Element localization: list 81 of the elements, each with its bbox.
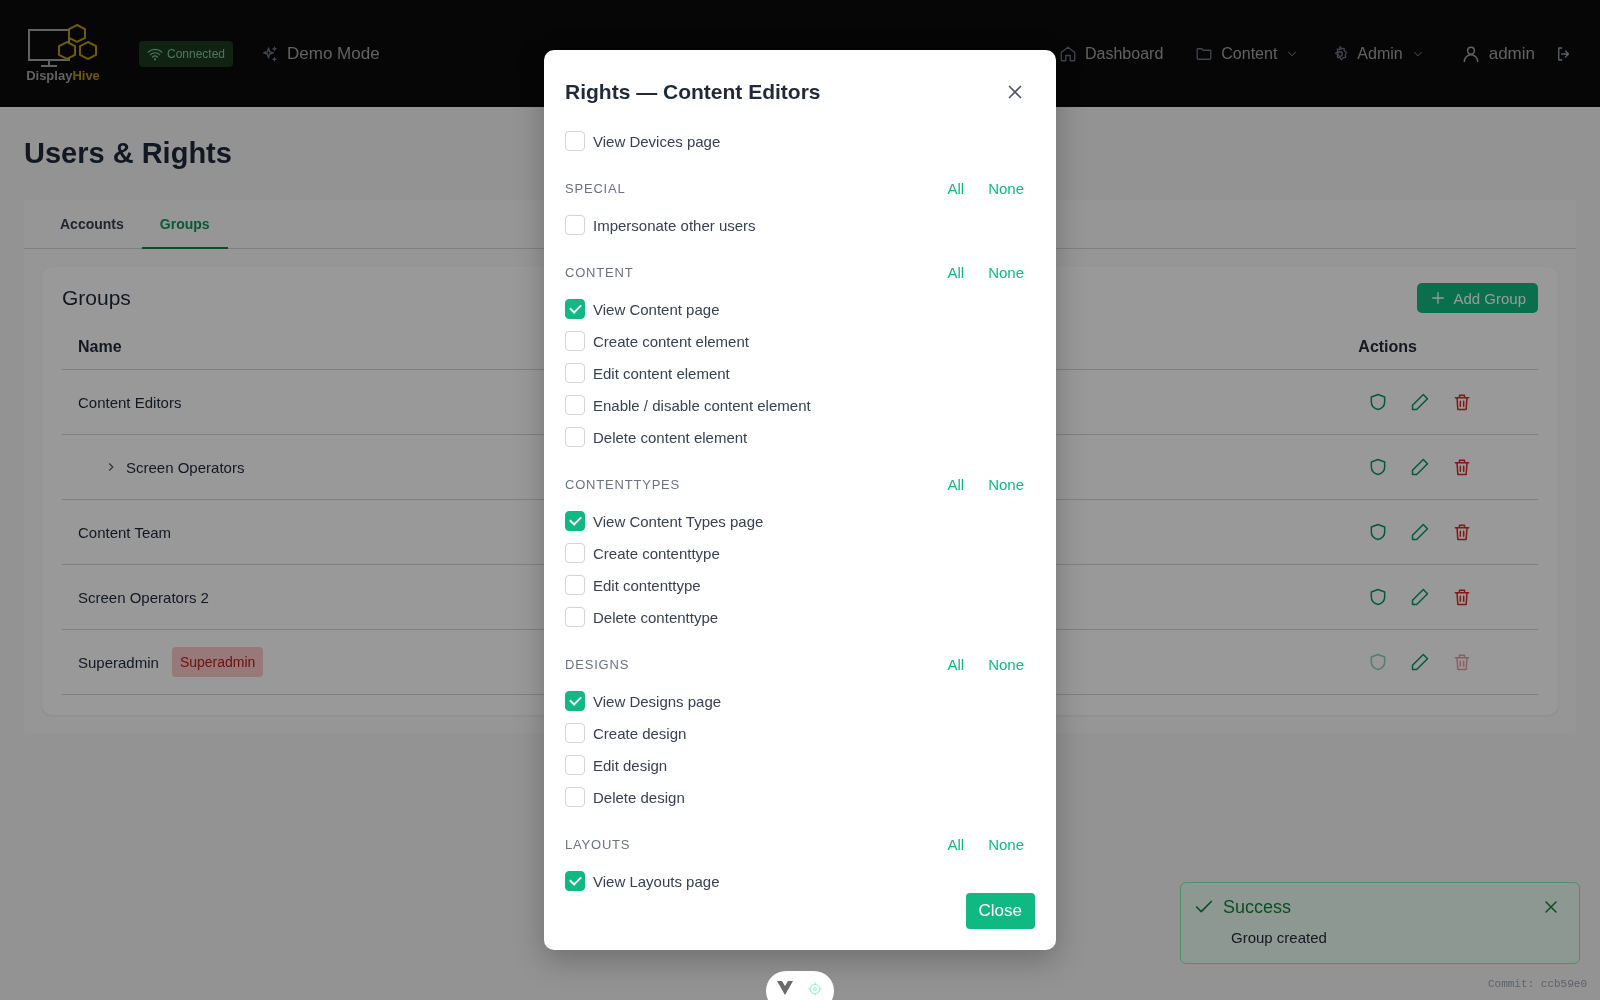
section-heading: CONTENT [565, 264, 635, 280]
tab[interactable]: Accounts [42, 200, 142, 249]
logo-text: DisplayHive [26, 68, 100, 83]
checkbox[interactable] [565, 215, 585, 235]
section-heading: LAYOUTS [565, 836, 632, 852]
nav-link[interactable]: Dashboard [1059, 44, 1164, 63]
select-all-link[interactable]: All [947, 655, 965, 673]
select-none-link[interactable]: None [988, 835, 1024, 853]
add-group-button[interactable]: Add Group [1417, 283, 1538, 313]
permission-label: Enable / disable content element [593, 396, 811, 414]
permission-label: Edit design [593, 756, 668, 774]
section-heading: DESIGNS [565, 656, 631, 672]
connection-status: Connected [139, 40, 234, 67]
section-heading: CONTENTTYPES [565, 476, 682, 492]
checkbox[interactable] [565, 755, 585, 775]
checkbox[interactable] [565, 299, 585, 319]
checkbox[interactable] [565, 331, 585, 351]
checkbox[interactable] [565, 543, 585, 563]
permission-label: View Designs page [593, 692, 722, 710]
pencil-icon [1410, 457, 1430, 477]
nav-link[interactable]: Admin [1331, 44, 1425, 63]
permission-label: Edit contenttype [593, 576, 701, 594]
select-none-link[interactable]: None [988, 179, 1024, 197]
checkbox[interactable] [565, 363, 585, 383]
role-badge: Superadmin [171, 647, 264, 677]
permission-label: Create content element [593, 332, 749, 350]
group-name: Content Team [78, 523, 172, 541]
select-all-link[interactable]: All [947, 263, 965, 281]
nav-link[interactable]: Content [1195, 44, 1300, 63]
permission-label: Delete design [593, 788, 685, 806]
checkbox[interactable] [565, 511, 585, 531]
triangle-icon[interactable] [777, 981, 793, 995]
group-name: Superadmin [78, 653, 159, 671]
checkbox[interactable] [565, 871, 585, 891]
checkbox[interactable] [565, 691, 585, 711]
user-menu[interactable]: admin [1460, 43, 1535, 64]
group-name: Content Editors [78, 393, 182, 411]
permission-label: Edit content element [593, 364, 730, 382]
page-title: Users & Rights [24, 137, 232, 170]
checkbox[interactable] [565, 787, 585, 807]
checkbox[interactable] [565, 607, 585, 627]
section-heading: SPECIAL [565, 180, 627, 196]
permission-label: Create design [593, 724, 687, 742]
permission-label: Delete content element [593, 428, 748, 446]
select-all-link[interactable]: All [947, 835, 965, 853]
group-name: Screen Operators 2 [78, 588, 209, 606]
pencil-icon [1410, 392, 1430, 412]
permission-label: Delete contenttype [593, 608, 719, 626]
permission-label: View Content page [593, 300, 720, 318]
checkbox[interactable] [565, 723, 585, 743]
checkbox[interactable] [565, 131, 585, 151]
checkbox[interactable] [565, 395, 585, 415]
checkbox[interactable] [565, 427, 585, 447]
dialog-title: Rights — Content Editors [565, 79, 821, 104]
pencil-icon [1410, 652, 1430, 672]
close-button[interactable]: Close [965, 893, 1035, 929]
demo-mode-label: Demo Mode [261, 43, 380, 64]
toast-title: Success [1223, 896, 1292, 918]
permission-label: Create contenttype [593, 544, 720, 562]
permission-label: View Content Types page [593, 512, 764, 530]
column-header: Name [78, 338, 122, 356]
tab[interactable]: Groups [141, 200, 228, 249]
toast-message: Group created [1231, 929, 1328, 946]
permission-label: View Layouts page [593, 872, 720, 890]
select-none-link[interactable]: None [988, 475, 1024, 493]
select-none-link[interactable]: None [988, 655, 1024, 673]
sparkle-icon [261, 44, 280, 63]
select-all-link[interactable]: All [947, 179, 965, 197]
pencil-icon [1410, 587, 1430, 607]
column-header: Actions [1358, 338, 1417, 356]
checkbox[interactable] [565, 575, 585, 595]
permission-label: Impersonate other users [593, 216, 756, 234]
panel-title: Groups [62, 286, 131, 310]
select-none-link[interactable]: None [988, 263, 1024, 281]
permission-label: View Devices page [593, 132, 721, 150]
logo-icon [27, 24, 99, 70]
home-icon [1059, 44, 1077, 63]
group-name: Screen Operators [126, 458, 245, 476]
pencil-icon [1410, 522, 1430, 542]
target-icon[interactable] [807, 981, 823, 997]
select-all-link[interactable]: All [947, 475, 965, 493]
